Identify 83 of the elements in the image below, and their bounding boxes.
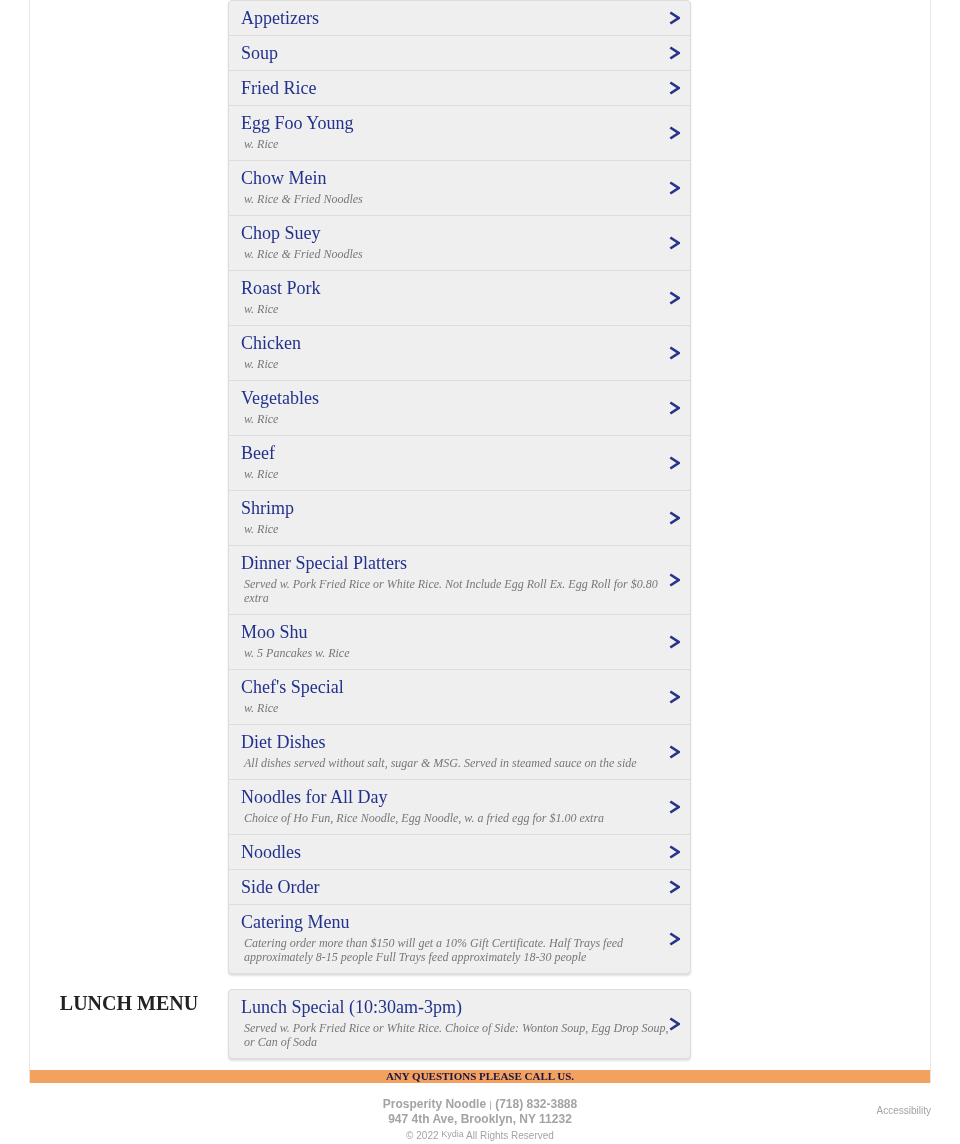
chevron-right-icon <box>669 745 680 759</box>
chevron-right-icon <box>669 236 680 250</box>
chevron-right-icon <box>669 880 680 894</box>
category-name: Fried Rice <box>241 77 318 100</box>
menu-category-item[interactable]: Diet Dishes All dishes served without salt, sugar & MSG. Served in steamed sauce on the side <box>229 724 690 779</box>
menu-category-item[interactable]: Chef's Special w. Rice <box>229 669 690 724</box>
category-name: Chop Suey <box>241 222 322 245</box>
category-description: w. 5 Pancakes w. Rice <box>243 646 351 660</box>
category-description: w. Rice <box>243 522 280 536</box>
chevron-right-icon <box>669 291 680 305</box>
chevron-right-icon <box>669 126 680 140</box>
rights-text: All Rights Reserved <box>466 1130 554 1141</box>
chevron-right-icon <box>669 573 680 587</box>
category-name: Dinner Special Platters <box>241 552 408 575</box>
category-name: Moo Shu <box>241 621 309 644</box>
category-name: Chicken <box>241 332 302 355</box>
chevron-right-icon <box>669 46 680 60</box>
menu-category-item[interactable]: Egg Foo Young w. Rice <box>229 105 690 160</box>
menu-category-item[interactable]: Fried Rice <box>229 70 690 105</box>
category-name: Chef's Special <box>241 676 345 699</box>
category-description: Catering order more than $150 will get a 10% Gift Certificate. Half Trays feed approximately 8-15 people Full Trays feed approximately 18-30 people <box>243 936 625 964</box>
category-description: w. Rice & Fried Noodles <box>243 192 364 206</box>
category-description: Served w. Pork Fried Rice or White Rice. Not Include Egg Roll Ex. Egg Roll for $0.80 extra <box>243 577 659 605</box>
menu-category-item[interactable]: Appetizers <box>229 1 690 35</box>
chevron-right-icon <box>669 690 680 704</box>
chevron-right-icon <box>669 800 680 814</box>
menu-category-item[interactable]: Chicken w. Rice <box>229 325 690 380</box>
category-description: w. Rice <box>243 467 280 481</box>
address-text: 947 4th Ave, Brooklyn, NY 11232 <box>387 1112 573 1126</box>
menu-category-item[interactable]: Moo Shu w. 5 Pancakes w. Rice <box>229 614 690 669</box>
chevron-right-icon <box>669 511 680 525</box>
chevron-right-icon <box>669 932 680 946</box>
category-name: Noodles <box>241 841 302 864</box>
menu-category-item[interactable]: Side Order <box>229 869 690 904</box>
menu-category-item[interactable]: Roast Pork w. Rice <box>229 270 690 325</box>
category-name: Lunch Special (10:30am-3pm) <box>241 996 463 1019</box>
phone-number: (718) 832-3888 <box>495 1097 578 1111</box>
menu-category-item[interactable]: Noodles <box>229 834 690 869</box>
chevron-right-icon <box>669 635 680 649</box>
chevron-right-icon <box>669 81 680 95</box>
category-name: Roast Pork <box>241 277 322 300</box>
menu-category-item[interactable]: Soup <box>229 35 690 70</box>
chevron-right-icon <box>669 456 680 470</box>
menu-category-item[interactable]: Chow Mein w. Rice & Fried Noodles <box>229 160 690 215</box>
category-description: Choice of Ho Fun, Rice Noodle, Egg Noodle, w. a fried egg for $1.00 extra <box>243 811 606 825</box>
category-name: Catering Menu <box>241 911 351 934</box>
category-name: Beef <box>241 442 276 465</box>
category-description: Served w. Pork Fried Rice or White Rice. Choice of Side: Wonton Soup, Egg Drop Soup, or Can of Soda <box>243 1021 669 1049</box>
chevron-right-icon <box>669 1017 680 1031</box>
section-heading: LUNCH MENU <box>58 991 200 1015</box>
category-description: w. Rice <box>243 137 280 151</box>
menu-category-item[interactable]: Catering Menu Catering order more than $150 will get a 10% Gift Certificate. Half Trays feed approximately 8-15 people Full Trays feed approximately 18-30 people <box>229 904 690 973</box>
menu-category-item[interactable]: Shrimp w. Rice <box>229 490 690 545</box>
menu-category-item[interactable]: Beef w. Rice <box>229 435 690 490</box>
category-description: w. Rice <box>243 302 280 316</box>
chevron-right-icon <box>669 11 680 25</box>
business-name: Prosperity Noodle <box>382 1097 487 1111</box>
category-description: w. Rice <box>243 412 280 426</box>
category-description: w. Rice <box>243 701 280 715</box>
menu-category-item[interactable]: Lunch Special (10:30am-3pm) Served w. Pork Fried Rice or White Rice. Choice of Side: Wonton Soup, Egg Drop Soup, or Can of Soda <box>229 990 690 1058</box>
category-description: All dishes served without salt, sugar & MSG. Served in steamed sauce on the side <box>242 756 638 770</box>
category-name: Egg Foo Young <box>241 112 355 135</box>
menu-category-item[interactable]: Chop Suey w. Rice & Fried Noodles <box>229 215 690 270</box>
category-name: Soup <box>241 42 279 65</box>
chevron-right-icon <box>669 181 680 195</box>
category-name: Chow Mein <box>241 167 328 190</box>
category-name: Appetizers <box>241 7 320 30</box>
category-name: Vegetables <box>241 387 320 410</box>
category-name: Noodles for All Day <box>241 786 389 809</box>
menu-category-item[interactable]: Noodles for All Day Choice of Ho Fun, Rice Noodle, Egg Noodle, w. a fried egg for $1.00 extra <box>229 779 690 834</box>
category-name: Shrimp <box>241 497 295 520</box>
category-description: w. Rice & Fried Noodles <box>243 247 364 261</box>
call-us-banner: ANY QUESTIONS PLEASE CALL US. <box>30 1070 930 1083</box>
chevron-right-icon <box>669 346 680 360</box>
separator-text: | <box>489 1100 492 1110</box>
copyright-text: © 2022 <box>406 1130 439 1141</box>
chevron-right-icon <box>669 401 680 415</box>
category-name: Diet Dishes <box>241 731 327 754</box>
category-name: Side Order <box>241 876 321 899</box>
category-description: w. Rice <box>243 357 280 371</box>
menu-category-item[interactable]: Vegetables w. Rice <box>229 380 690 435</box>
chevron-right-icon <box>669 845 680 859</box>
menu-category-item[interactable]: Dinner Special Platters Served w. Pork Fried Rice or White Rice. Not Include Egg Roll Ex. Egg Roll for $0.80 extra <box>229 545 690 614</box>
